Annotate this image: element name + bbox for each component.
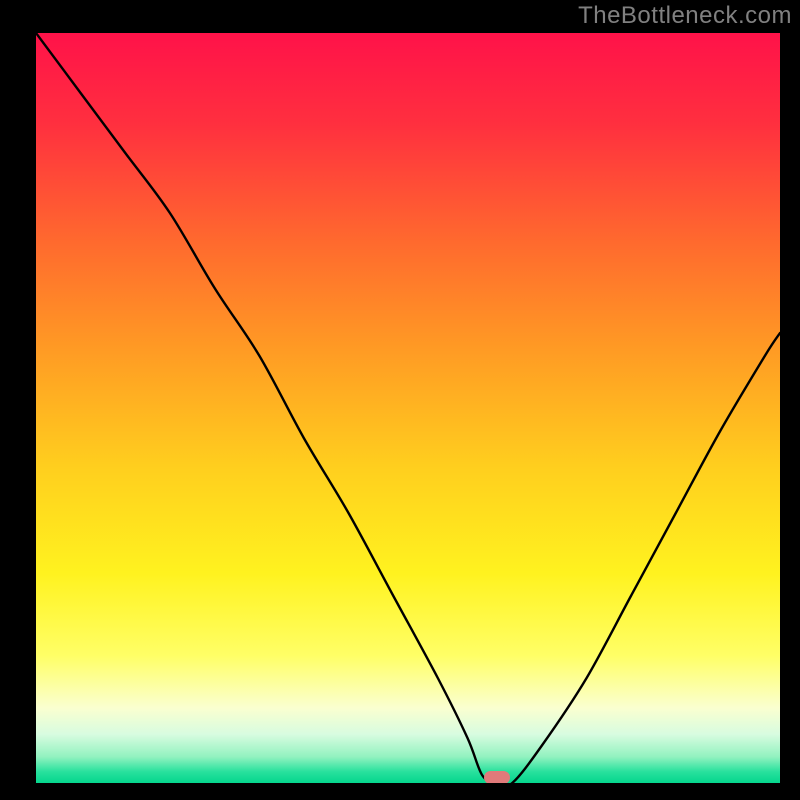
optimal-marker: [484, 771, 510, 783]
plot-area: [36, 33, 780, 783]
chart-frame: TheBottleneck.com: [0, 0, 800, 800]
chart-curve: [36, 33, 780, 783]
watermark-text: TheBottleneck.com: [578, 2, 792, 30]
bottleneck-curve-path: [36, 33, 780, 783]
